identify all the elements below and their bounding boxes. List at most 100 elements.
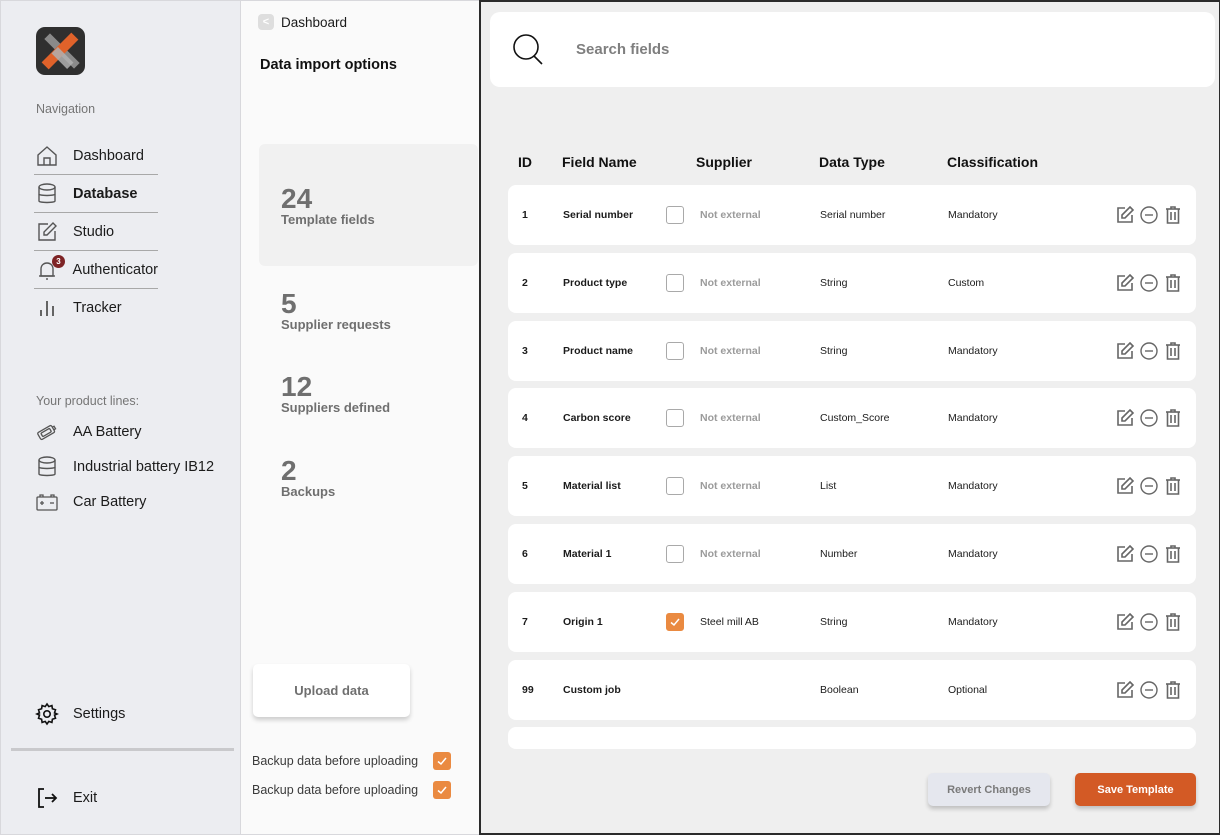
trash-icon[interactable] [1163, 680, 1183, 700]
edit-icon[interactable] [1115, 273, 1135, 293]
external-checkbox[interactable] [666, 206, 684, 224]
nav-list: Dashboard Database Studio 3 Authenticato… [34, 137, 158, 327]
stat-label: Template fields [281, 212, 375, 227]
sidebar-item-label: Authenticator [72, 261, 158, 278]
exit-label: Exit [73, 790, 98, 806]
edit-icon[interactable] [1115, 408, 1135, 428]
table-row[interactable]: 4 Carbon score Not external Custom_Score… [508, 388, 1196, 449]
cell-field-name: Serial number [563, 209, 634, 221]
settings-button[interactable]: Settings [34, 701, 125, 727]
table-row[interactable]: 99 Custom job Boolean Optional [508, 659, 1196, 720]
external-checkbox[interactable] [666, 273, 684, 292]
remove-circle-icon[interactable] [1139, 680, 1159, 700]
product-line-car-battery[interactable]: Car Battery [34, 484, 234, 519]
column-header-supplier[interactable]: Supplier [696, 154, 752, 170]
external-checkbox[interactable] [666, 477, 684, 496]
row-actions [1115, 341, 1183, 361]
product-line-aa-battery[interactable]: AA Battery [34, 414, 234, 449]
panel-title: Data import options [260, 57, 397, 73]
checkmark-icon [437, 757, 447, 766]
cell-data-type: List [820, 480, 837, 493]
column-header-data-type[interactable]: Data Type [819, 154, 885, 170]
sidebar-item-studio[interactable]: Studio [34, 213, 158, 251]
external-checkbox[interactable] [666, 612, 684, 631]
external-checkbox[interactable] [666, 409, 684, 428]
product-line-industrial-battery[interactable]: Industrial battery IB12 [34, 449, 234, 484]
cell-classification: Optional [948, 683, 988, 696]
cell-field-name: Custom job [563, 683, 621, 696]
column-header-classification[interactable]: Classification [947, 154, 1038, 170]
back-to-dashboard-link[interactable]: < Dashboard [258, 14, 347, 30]
cell-id: 1 [522, 209, 528, 221]
logout-icon [34, 785, 60, 811]
table-row[interactable]: 1 Serial number Not external Serial numb… [508, 185, 1196, 245]
upload-data-button[interactable]: Upload data [253, 664, 410, 717]
app-logo[interactable] [36, 27, 85, 75]
sidebar-item-tracker[interactable]: Tracker [34, 289, 158, 327]
table-row[interactable]: 2 Product type Not external String Custo… [508, 252, 1196, 313]
trash-icon[interactable] [1163, 341, 1183, 361]
table-row[interactable]: 3 Product name Not external String Manda… [508, 320, 1196, 381]
remove-circle-icon[interactable] [1139, 476, 1159, 496]
column-header-id[interactable]: ID [518, 154, 532, 170]
edit-icon[interactable] [1115, 476, 1135, 496]
sidebar-item-label: Database [73, 185, 138, 202]
edit-icon[interactable] [1115, 205, 1135, 225]
stat-backups: 2 Backups [281, 455, 335, 500]
stat-label: Supplier requests [281, 317, 391, 332]
backup-option: Backup data before uploading [252, 781, 451, 799]
table-row[interactable]: 7 Origin 1 Steel mill AB String Mandator… [508, 591, 1196, 652]
trash-icon[interactable] [1163, 408, 1183, 428]
sidebar-item-label: Studio [73, 223, 115, 240]
cell-id: 3 [522, 344, 528, 357]
search-input[interactable] [576, 36, 1176, 62]
remove-circle-icon[interactable] [1139, 205, 1159, 225]
edit-icon[interactable] [1115, 544, 1135, 564]
database-icon [34, 181, 60, 207]
cell-id: 5 [522, 480, 528, 493]
edit-icon[interactable] [1115, 680, 1135, 700]
stat-value: 5 [281, 288, 297, 319]
trash-icon[interactable] [1163, 612, 1183, 632]
save-template-button[interactable]: Save Template [1075, 773, 1196, 806]
backup-checkbox[interactable] [433, 781, 451, 799]
trash-icon[interactable] [1163, 544, 1183, 564]
cell-supplier: Not external [700, 412, 761, 425]
home-icon [34, 143, 60, 169]
remove-circle-icon[interactable] [1139, 544, 1159, 564]
table-row[interactable]: 6 Material 1 Not external Number Mandato… [508, 523, 1196, 584]
bar-chart-icon [34, 295, 60, 321]
backup-checkbox[interactable] [433, 752, 451, 770]
stat-value: 24 [281, 183, 313, 214]
external-checkbox[interactable] [666, 544, 684, 563]
cell-data-type: Boolean [820, 683, 859, 696]
sidebar-item-authenticator[interactable]: 3 Authenticator [34, 251, 158, 289]
remove-circle-icon[interactable] [1139, 341, 1159, 361]
remove-circle-icon[interactable] [1139, 612, 1159, 632]
row-actions [1115, 205, 1183, 225]
sidebar-item-dashboard[interactable]: Dashboard [34, 137, 158, 175]
sidebar-item-database[interactable]: Database [34, 175, 158, 213]
remove-circle-icon[interactable] [1139, 273, 1159, 293]
back-label: Dashboard [281, 14, 348, 30]
stat-value: 2 [281, 455, 297, 486]
row-actions [1115, 612, 1183, 632]
revert-changes-button[interactable]: Revert Changes [928, 773, 1050, 806]
external-checkbox[interactable] [666, 341, 684, 360]
cell-data-type: String [820, 615, 848, 628]
table-row[interactable]: 5 Material list Not external List Mandat… [508, 456, 1196, 517]
backup-option-label: Backup data before uploading [252, 783, 419, 797]
cell-supplier: Not external [700, 209, 761, 221]
cell-field-name: Product name [563, 344, 634, 357]
edit-icon[interactable] [1115, 341, 1135, 361]
product-lines-heading: Your product lines: [36, 394, 140, 408]
remove-circle-icon[interactable] [1139, 408, 1159, 428]
trash-icon[interactable] [1163, 273, 1183, 293]
trash-icon[interactable] [1163, 205, 1183, 225]
edit-icon[interactable] [1115, 612, 1135, 632]
trash-icon[interactable] [1163, 476, 1183, 496]
stat-value: 12 [281, 371, 313, 402]
search-icon[interactable] [510, 32, 546, 68]
exit-button[interactable]: Exit [34, 785, 97, 811]
column-header-field-name[interactable]: Field Name [562, 154, 637, 170]
